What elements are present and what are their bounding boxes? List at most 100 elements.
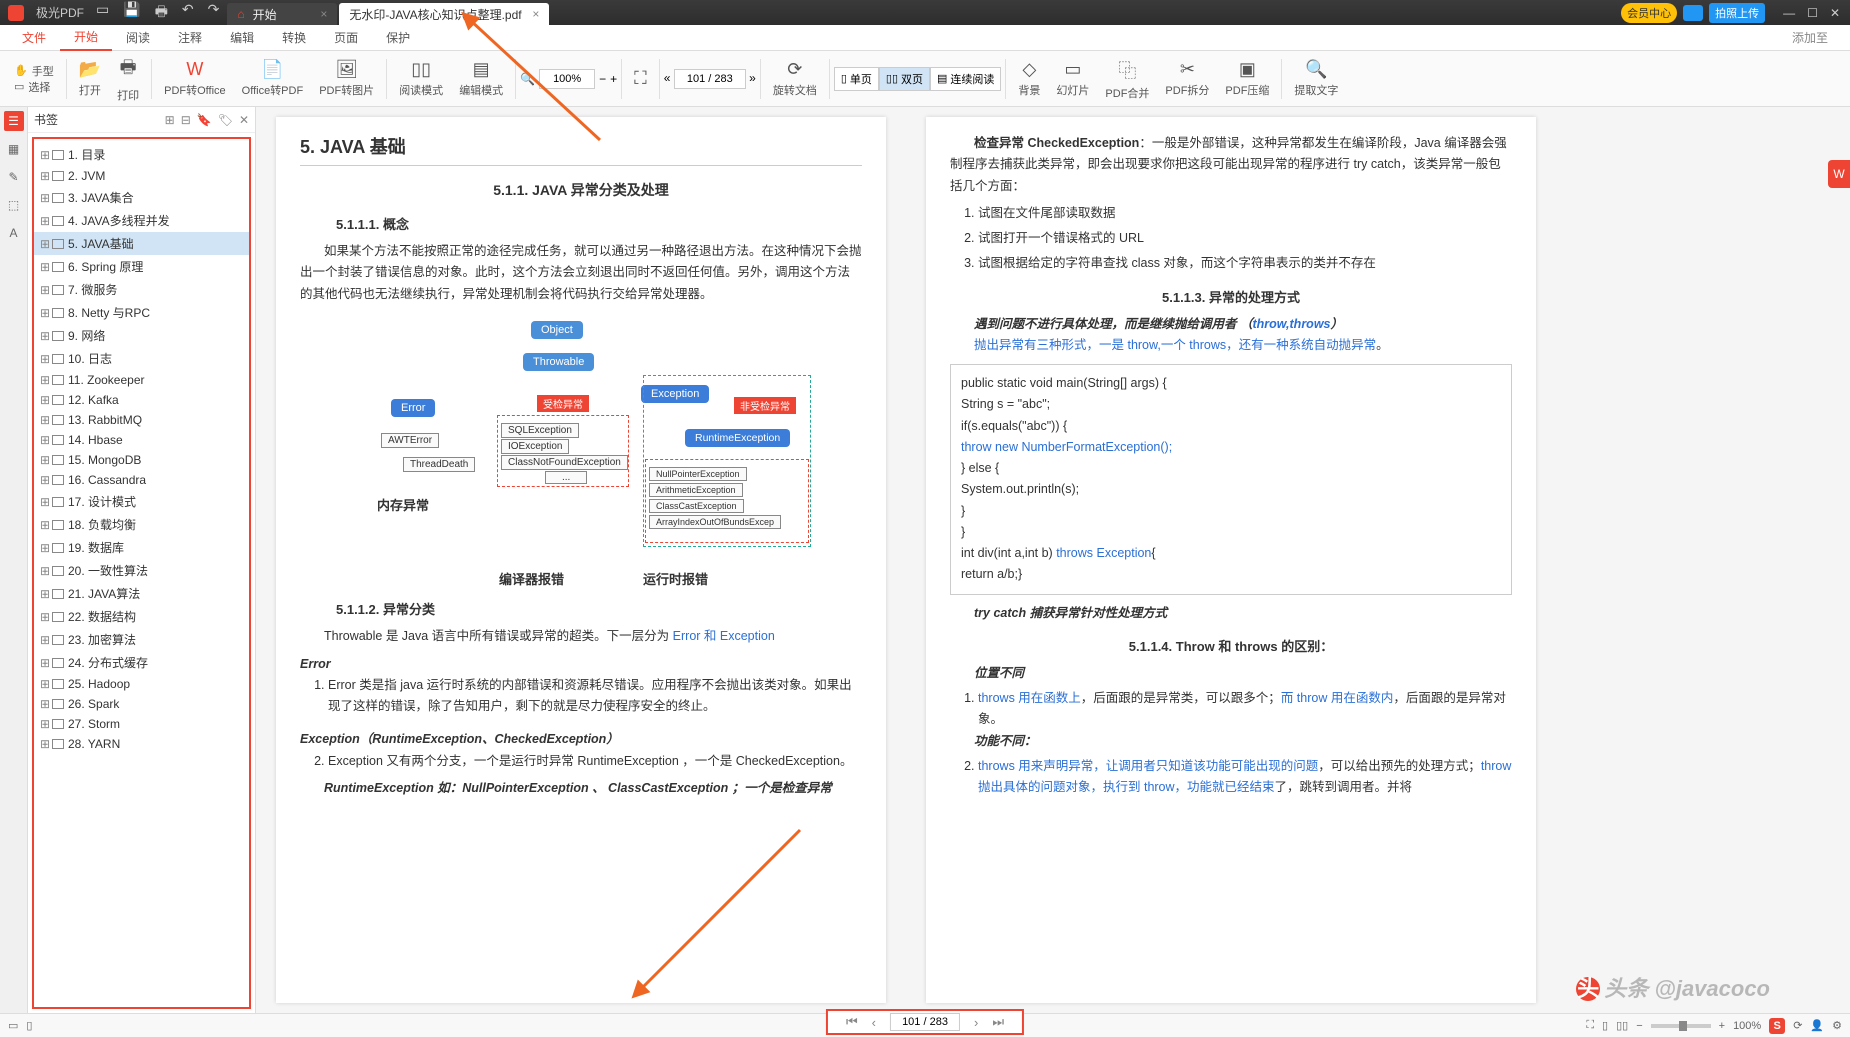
bookmark-item[interactable]: ⊞7. 微服务 (34, 278, 249, 301)
ribbon-merge[interactable]: ⿻PDF合并 (1097, 51, 1157, 106)
bookmark-item[interactable]: ⊞25. Hadoop (34, 674, 249, 694)
bookmark-item[interactable]: ⊞3. JAVA集合 (34, 186, 249, 209)
bookmark-item[interactable]: ⊞11. Zookeeper (34, 370, 249, 390)
ribbon-hand[interactable]: 手型 (32, 63, 54, 79)
expand-icon[interactable]: ⊞ (40, 352, 50, 366)
bookmark-item[interactable]: ⊞24. 分布式缓存 (34, 651, 249, 674)
zoom-glass-icon[interactable]: 🔍 (520, 72, 535, 86)
sb-panel-icon[interactable]: ▭ (8, 1019, 18, 1032)
bookmark-item[interactable]: ⊞26. Spark (34, 694, 249, 714)
expand-icon[interactable]: ⊞ (40, 169, 50, 183)
expand-icon[interactable]: ⊞ (40, 717, 50, 731)
sb-fit-icon[interactable]: ⛶ (1586, 1019, 1594, 1032)
expand-icon[interactable]: ⊞ (40, 453, 50, 467)
cloud-icon[interactable] (1683, 5, 1703, 21)
bookmark-item[interactable]: ⊞27. Storm (34, 714, 249, 734)
bookmark-item[interactable]: ⊞6. Spring 原理 (34, 255, 249, 278)
sb-gear-icon[interactable]: ⚙ (1832, 1019, 1842, 1032)
expand-icon[interactable]: ⊞ (40, 697, 50, 711)
menu-page[interactable]: 页面 (320, 25, 372, 50)
float-widget[interactable]: W (1828, 160, 1850, 188)
expand-icon[interactable]: ⊞ (40, 214, 50, 228)
expand-icon[interactable]: ⊞ (40, 283, 50, 297)
bookmark-icon[interactable]: 🔖 (197, 113, 212, 127)
select-icon[interactable]: ▭ (14, 80, 24, 93)
bookmark-item[interactable]: ⊞5. JAVA基础 (34, 232, 249, 255)
expand-icon[interactable]: ⊞ (40, 191, 50, 205)
expand-icon[interactable]: ⊞ (40, 393, 50, 407)
bookmark-item[interactable]: ⊞9. 网络 (34, 324, 249, 347)
bookmark-item[interactable]: ⊞12. Kafka (34, 390, 249, 410)
sb-zoomout-icon[interactable]: − (1636, 1020, 1642, 1032)
zoom-in-icon[interactable]: + (610, 72, 617, 86)
expand-icon[interactable]: ⊞ (40, 564, 50, 578)
expand-icon[interactable]: ⊞ (40, 260, 50, 274)
menu-protect[interactable]: 保护 (372, 25, 424, 50)
fit-group[interactable]: ⛶ (626, 51, 655, 106)
bookmark-item[interactable]: ⊞19. 数据库 (34, 536, 249, 559)
rail-text-icon[interactable]: A (4, 223, 24, 243)
undo-icon[interactable]: ↶ (182, 1, 194, 25)
ribbon-bg[interactable]: ◇背景 (1010, 51, 1048, 106)
rail-annotations-icon[interactable]: ✎ (4, 167, 24, 187)
ribbon-pdf2img[interactable]: 🖼PDF转图片 (311, 51, 382, 106)
view-single[interactable]: ▯ 单页 (834, 67, 879, 91)
menu-file[interactable]: 文件 (8, 25, 60, 50)
hand-icon[interactable]: ✋ (14, 64, 28, 77)
prev-icon[interactable]: ‹ (872, 1015, 876, 1030)
expand-icon[interactable]: ⊞ (40, 329, 50, 343)
expand-icon[interactable]: ⊞ (40, 656, 50, 670)
panel-close-icon[interactable]: ✕ (239, 113, 249, 127)
bookmark2-icon[interactable]: 🏷 (218, 113, 233, 127)
upload-button[interactable]: 拍照上传 (1709, 3, 1765, 23)
bookmark-item[interactable]: ⊞1. 目录 (34, 143, 249, 166)
expand-icon[interactable]: ⊞ (40, 610, 50, 624)
expand-icon[interactable]: ⊞ (40, 373, 50, 387)
bookmark-item[interactable]: ⊞10. 日志 (34, 347, 249, 370)
expand-icon[interactable]: ⊞ (40, 237, 50, 251)
first-icon[interactable]: ⏮ (846, 1014, 858, 1030)
expand-icon[interactable]: ⊞ (40, 413, 50, 427)
page-input[interactable] (674, 69, 746, 89)
close-icon[interactable]: × (320, 7, 327, 21)
folder-icon[interactable]: ▭ (96, 1, 109, 25)
expand-icon[interactable]: ⊞ (40, 737, 50, 751)
ribbon-select[interactable]: 选择 (28, 79, 50, 95)
expand-icon[interactable]: ⊞ (40, 306, 50, 320)
menu-annotate[interactable]: 注释 (164, 25, 216, 50)
view-continuous[interactable]: ▤ 连续阅读 (930, 67, 1001, 91)
close-window-icon[interactable]: ✕ (1830, 6, 1840, 20)
page-input-bottom[interactable] (890, 1013, 960, 1031)
zoom-slider[interactable] (1651, 1024, 1711, 1028)
bookmark-item[interactable]: ⊞18. 负载均衡 (34, 513, 249, 536)
menu-convert[interactable]: 转换 (268, 25, 320, 50)
expand-icon[interactable]: ⊞ (40, 433, 50, 447)
first-page-icon[interactable]: « (664, 71, 671, 85)
expand-all-icon[interactable]: ⊞ (165, 113, 175, 127)
collapse-all-icon[interactable]: ⊟ (181, 113, 191, 127)
menu-add[interactable]: 添加至 (1778, 25, 1842, 50)
bookmark-item[interactable]: ⊞20. 一致性算法 (34, 559, 249, 582)
expand-icon[interactable]: ⊞ (40, 518, 50, 532)
ribbon-office2pdf[interactable]: 📄Office转PDF (234, 51, 312, 106)
sb-s-icon[interactable]: S (1769, 1018, 1785, 1034)
ribbon-rotate[interactable]: ⟳旋转文档 (765, 51, 825, 106)
view-double[interactable]: ▯▯ 双页 (879, 67, 930, 91)
rail-attachments-icon[interactable]: ⬚ (4, 195, 24, 215)
rail-thumbnails-icon[interactable]: ▦ (4, 139, 24, 159)
bookmark-item[interactable]: ⊞21. JAVA算法 (34, 582, 249, 605)
expand-icon[interactable]: ⊞ (40, 677, 50, 691)
menu-read[interactable]: 阅读 (112, 25, 164, 50)
sb-double-icon[interactable]: ▯▯ (1616, 1019, 1628, 1032)
ribbon-slide[interactable]: ▭幻灯片 (1048, 51, 1097, 106)
sb-user-icon[interactable]: 👤 (1810, 1019, 1824, 1032)
tab-document[interactable]: 无水印-JAVA核心知识点整理.pdf× (339, 3, 549, 25)
expand-icon[interactable]: ⊞ (40, 495, 50, 509)
sb-page-icon[interactable]: ▯ (26, 1019, 32, 1032)
expand-icon[interactable]: ⊞ (40, 473, 50, 487)
ribbon-editmode[interactable]: ▤编辑模式 (451, 51, 511, 106)
expand-icon[interactable]: ⊞ (40, 541, 50, 555)
bookmark-item[interactable]: ⊞14. Hbase (34, 430, 249, 450)
close-icon[interactable]: × (532, 7, 539, 21)
bookmark-item[interactable]: ⊞8. Netty 与RPC (34, 301, 249, 324)
